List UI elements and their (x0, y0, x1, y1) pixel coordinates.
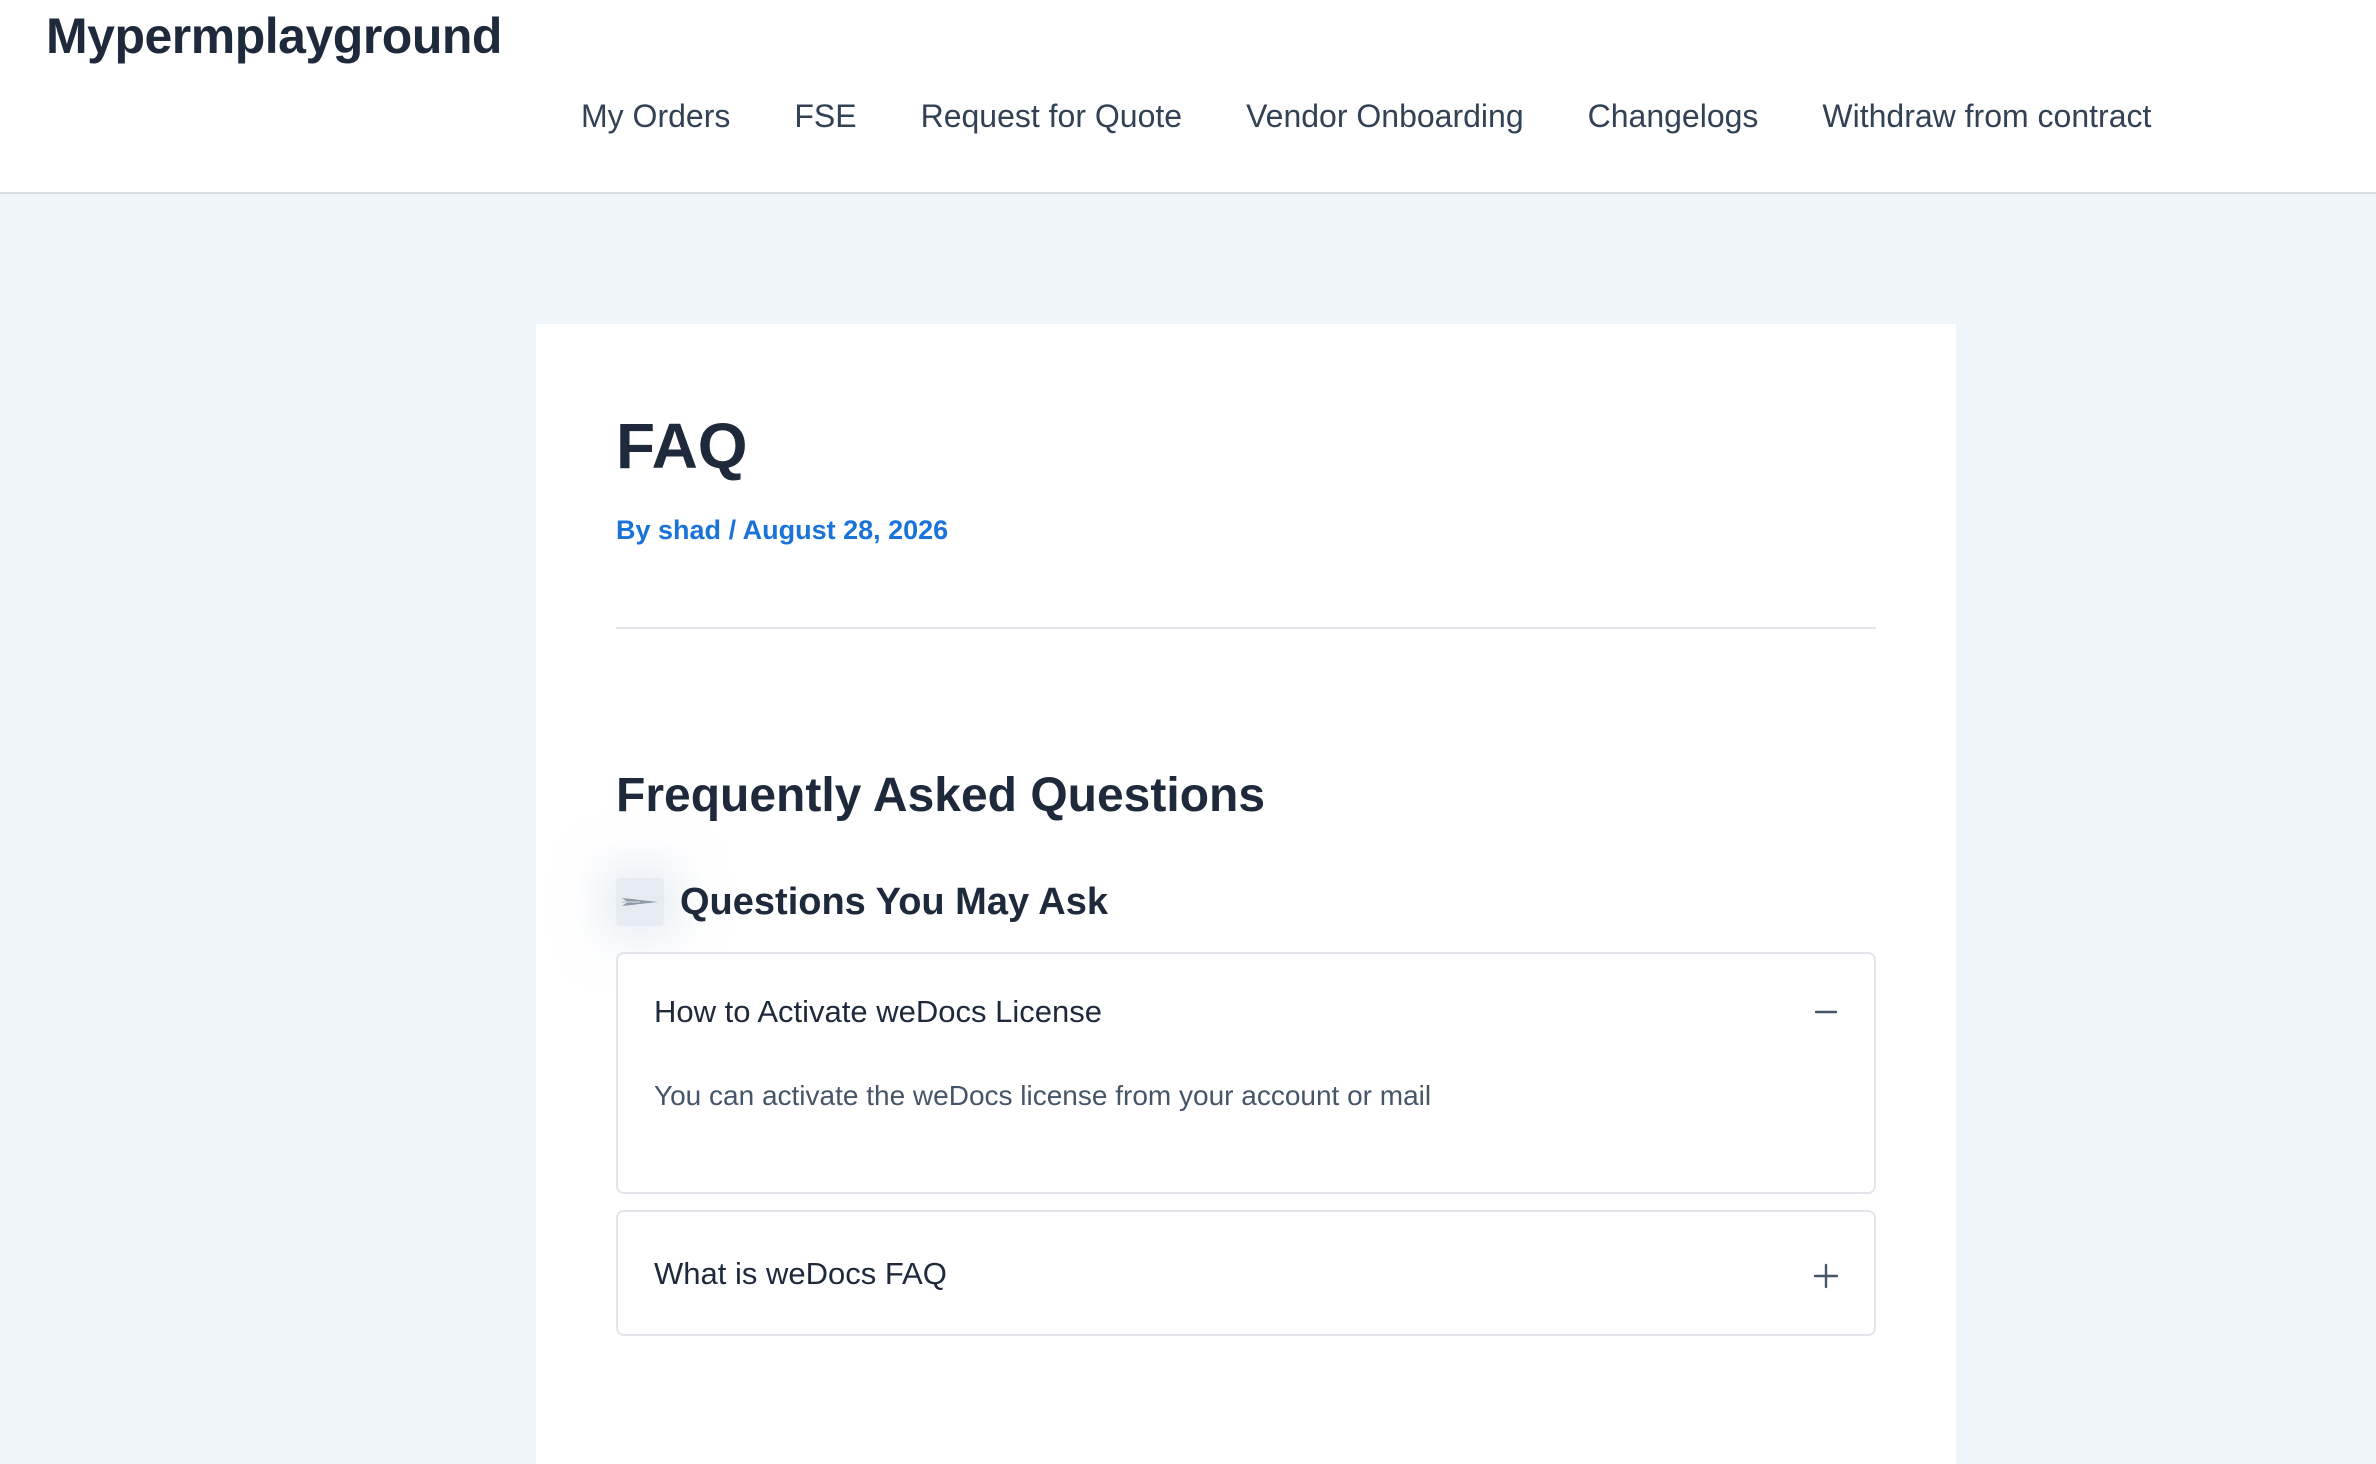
post-date: August 28, 2026 (742, 515, 949, 545)
plus-icon[interactable] (1812, 1262, 1840, 1290)
faq-answer: You can activate the weDocs license from… (654, 1080, 1432, 1111)
minus-icon[interactable] (1812, 998, 1840, 1026)
meta-divider (616, 627, 1876, 629)
faq-heading: Frequently Asked Questions (616, 769, 1266, 822)
meta-separator: / (728, 515, 737, 545)
article-card: FAQ By shad / August 28, 2026 Frequently… (536, 324, 1956, 1464)
faq-question[interactable]: What is weDocs FAQ (654, 1254, 947, 1294)
paper-plane-icon (616, 878, 664, 926)
page-title: FAQ (616, 410, 748, 482)
site-header: Mypermplayground My Orders FSE Request f… (0, 0, 2376, 194)
faq-group-title: Questions You May Ask (680, 881, 1108, 923)
entry-meta: By shad / August 28, 2026 (616, 512, 948, 548)
faq-group-heading: Questions You May Ask (616, 878, 1108, 926)
faq-item: What is weDocs FAQ (616, 1210, 1876, 1336)
faq-question[interactable]: How to Activate weDocs License (654, 992, 1102, 1032)
nav-item-my-orders[interactable]: My Orders (581, 86, 730, 146)
main-nav: My Orders FSE Request for Quote Vendor O… (581, 86, 2151, 146)
nav-item-request-for-quote[interactable]: Request for Quote (921, 86, 1182, 146)
site-title[interactable]: Mypermplayground (46, 6, 502, 66)
meta-by-label: By (616, 515, 651, 545)
nav-item-changelogs[interactable]: Changelogs (1588, 86, 1759, 146)
faq-item: How to Activate weDocs License You can a… (616, 952, 1876, 1194)
nav-item-vendor-onboarding[interactable]: Vendor Onboarding (1246, 86, 1524, 146)
author-link[interactable]: shad (658, 515, 721, 545)
nav-item-withdraw-from-contract[interactable]: Withdraw from contract (1822, 86, 2151, 146)
nav-item-fse[interactable]: FSE (794, 86, 856, 146)
